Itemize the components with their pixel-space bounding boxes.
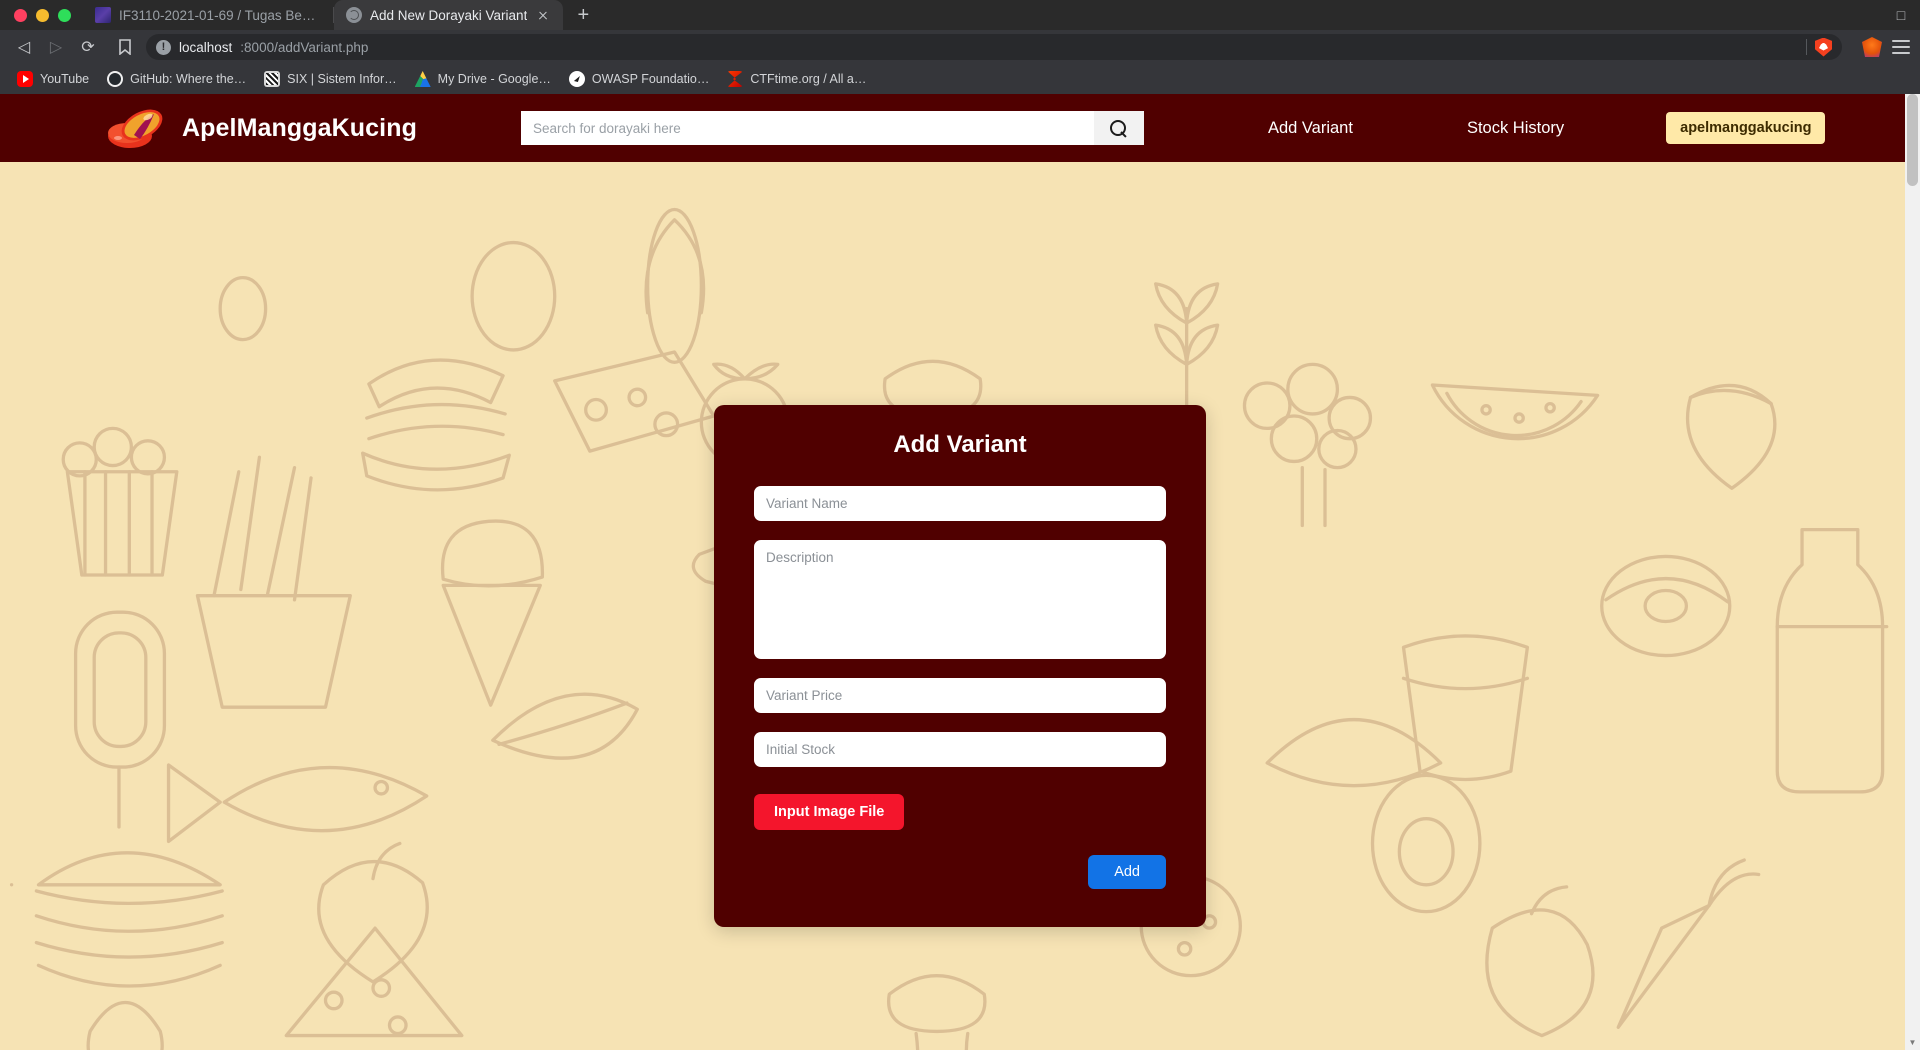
browser-tab-2[interactable]: Add New Dorayaki Variant: [334, 0, 564, 30]
bookmark-owasp[interactable]: OWASP Foundatio…: [560, 68, 718, 90]
page-body: Add Variant Input Image File Add: [0, 162, 1920, 1050]
search-icon: [1110, 119, 1127, 137]
input-image-file-button[interactable]: Input Image File: [754, 794, 905, 830]
initial-stock-input[interactable]: [754, 732, 1166, 767]
bookmarks-bar: YouTube GitHub: Where the… SIX | Sistem …: [0, 64, 1920, 94]
address-bar[interactable]: ! localhost :8000/addVariant.php: [146, 34, 1842, 60]
github-icon: [107, 71, 124, 87]
owasp-icon: [568, 71, 585, 87]
window-traffic-lights: [8, 0, 83, 30]
brave-rewards-icon[interactable]: [1862, 37, 1882, 57]
forward-button[interactable]: ▷: [42, 33, 70, 61]
bookmark-ctftime[interactable]: CTFtime.org / All a…: [718, 68, 875, 90]
url-path: :8000/addVariant.php: [240, 39, 369, 55]
six-icon: [264, 71, 281, 87]
tab-strip: IF3110-2021-01-69 / Tugas Besar 1 Add Ne…: [0, 0, 1920, 30]
new-tab-button[interactable]: +: [569, 1, 597, 29]
close-icon[interactable]: [535, 7, 551, 23]
browser-menu-icon[interactable]: [1892, 40, 1910, 54]
search-input[interactable]: [520, 111, 1094, 145]
variant-name-input[interactable]: [754, 486, 1166, 521]
navbar-links: Add Variant Stock History apelmanggakuci…: [1254, 111, 1826, 146]
close-window-button[interactable]: [14, 8, 27, 22]
dorayaki-logo-icon: [104, 105, 166, 151]
search-button[interactable]: [1093, 111, 1144, 145]
reload-button[interactable]: ⟳: [74, 33, 102, 61]
scrollbar-thumb[interactable]: [1907, 94, 1918, 186]
toolbar-right-actions: [1852, 37, 1910, 57]
page-viewport: ApelManggaKucing Add Variant Stock Histo…: [0, 94, 1920, 1050]
bookmark-label: My Drive - Google…: [437, 72, 551, 86]
browser-tab-1[interactable]: IF3110-2021-01-69 / Tugas Besar 1: [83, 0, 333, 30]
site-navbar: ApelManggaKucing Add Variant Stock Histo…: [0, 94, 1920, 162]
brand-name: ApelManggaKucing: [182, 113, 417, 142]
bookmark-icon[interactable]: [114, 36, 136, 58]
back-button[interactable]: ◁: [10, 33, 38, 61]
brave-shields-icon[interactable]: [1815, 37, 1832, 57]
url-host: localhost: [179, 39, 233, 55]
nav-link-stock-history[interactable]: Stock History: [1453, 111, 1578, 146]
github-favicon-icon: [95, 7, 111, 23]
nav-link-add-variant[interactable]: Add Variant: [1254, 111, 1367, 146]
bookmark-github[interactable]: GitHub: Where the…: [98, 68, 255, 90]
youtube-icon: [17, 71, 33, 87]
url-divider: [1806, 39, 1807, 55]
page-scrollbar[interactable]: ▲ ▼: [1905, 94, 1920, 1050]
scroll-down-icon[interactable]: ▼: [1905, 1035, 1920, 1050]
bookmark-youtube[interactable]: YouTube: [8, 68, 98, 90]
ctftime-icon: [727, 71, 744, 87]
globe-favicon-icon: [346, 7, 362, 23]
bookmark-label: CTFtime.org / All a…: [750, 72, 867, 86]
tab-title: Add New Dorayaki Variant: [370, 7, 528, 23]
user-account-badge[interactable]: apelmanggakucing: [1666, 112, 1826, 144]
add-variant-card: Add Variant Input Image File Add: [714, 405, 1206, 927]
bookmark-label: YouTube: [40, 72, 90, 86]
bookmark-label: OWASP Foundatio…: [591, 72, 710, 86]
bookmark-six[interactable]: SIX | Sistem Infor…: [255, 68, 406, 90]
description-input[interactable]: [754, 540, 1166, 659]
card-title: Add Variant: [893, 431, 1027, 458]
variant-price-input[interactable]: [754, 678, 1166, 713]
minimize-window-button[interactable]: [36, 8, 49, 22]
browser-window: IF3110-2021-01-69 / Tugas Besar 1 Add Ne…: [0, 0, 1920, 1050]
search-bar: [520, 111, 1144, 145]
window-restore-icon[interactable]: □: [1892, 6, 1910, 24]
site-info-icon[interactable]: !: [156, 39, 171, 55]
bookmark-google-drive[interactable]: My Drive - Google…: [406, 68, 560, 90]
maximize-window-button[interactable]: [58, 8, 71, 22]
address-bar-container: ! localhost :8000/addVariant.php: [106, 34, 1910, 60]
bookmark-label: SIX | Sistem Infor…: [287, 72, 397, 86]
site-brand[interactable]: ApelManggaKucing: [104, 105, 417, 151]
browser-toolbar: ◁ ▷ ⟳ ! localhost :8000/addVariant.php: [0, 30, 1920, 64]
google-drive-icon: [414, 71, 431, 87]
add-button[interactable]: Add: [1088, 855, 1166, 889]
tab-title: IF3110-2021-01-69 / Tugas Besar 1: [119, 7, 321, 23]
bookmark-label: GitHub: Where the…: [130, 72, 247, 86]
form-actions: Add: [754, 855, 1166, 889]
